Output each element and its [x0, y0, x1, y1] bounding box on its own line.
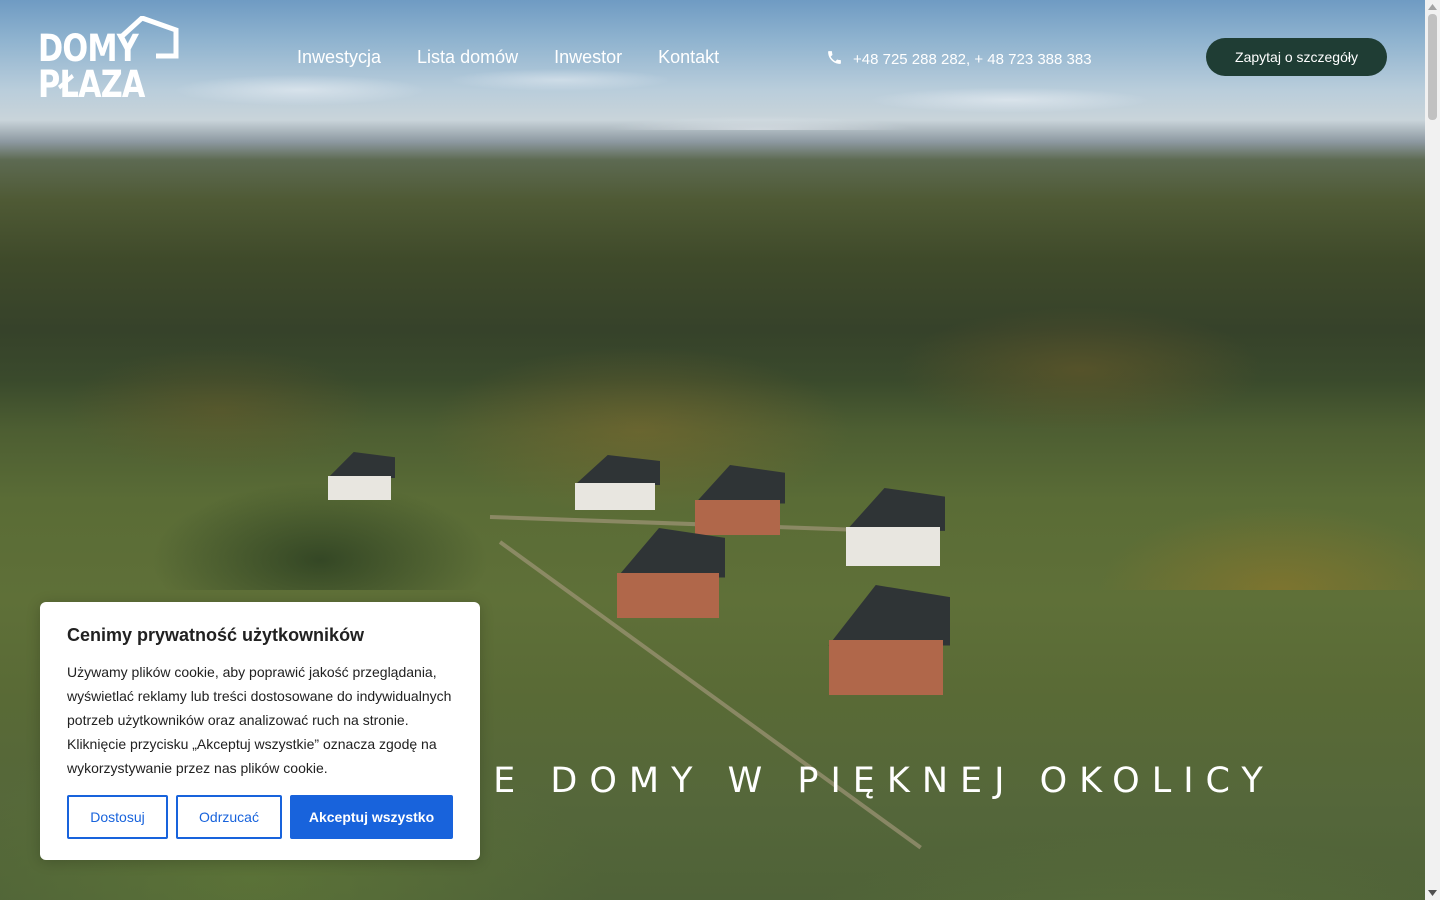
cookie-description: Używamy plików cookie, aby poprawić jako… [67, 664, 452, 776]
accept-all-button[interactable]: Akceptuj wszystko [290, 795, 453, 839]
nav-item-lista-domow[interactable]: Lista domów [417, 46, 518, 68]
logo-text-line1: DOMY [38, 27, 139, 70]
house [320, 452, 395, 500]
customize-button[interactable]: Dostosuj [67, 795, 168, 839]
nav-item-kontakt[interactable]: Kontakt [658, 46, 719, 68]
phone-numbers[interactable]: +48 725 288 282, + 48 723 388 383 [853, 51, 1092, 68]
scroll-down-arrow-icon[interactable] [1425, 886, 1440, 900]
scrollbar-thumb[interactable] [1428, 14, 1437, 120]
nav-item-inwestycja[interactable]: Inwestycja [297, 46, 381, 68]
phone-icon [826, 49, 843, 70]
house [605, 528, 725, 618]
reject-button[interactable]: Odrzucać [176, 795, 282, 839]
house [835, 488, 945, 566]
house [815, 585, 950, 695]
site-logo[interactable]: DOMY PŁAZA [38, 16, 179, 106]
house [685, 465, 785, 535]
page-scrollbar[interactable] [1425, 0, 1440, 900]
scroll-up-arrow-icon[interactable] [1425, 0, 1440, 14]
hero-tagline: NE DOMY W PIĘKNEJ OKOLICY [455, 761, 1275, 801]
main-nav: Inwestycja Lista domów Inwestor Kontakt [297, 46, 719, 68]
cookie-consent-dialog: Cenimy prywatność użytkowników Używamy p… [40, 602, 480, 860]
ask-details-button[interactable]: Zapytaj o szczegóły [1206, 38, 1387, 76]
logo-text-line2: PŁAZA [38, 63, 145, 106]
cookie-title: Cenimy prywatność użytkowników [67, 625, 365, 645]
nav-item-inwestor[interactable]: Inwestor [554, 46, 622, 68]
phone-contact[interactable]: +48 725 288 282, + 48 723 388 383 [826, 49, 1092, 70]
house [565, 455, 660, 510]
